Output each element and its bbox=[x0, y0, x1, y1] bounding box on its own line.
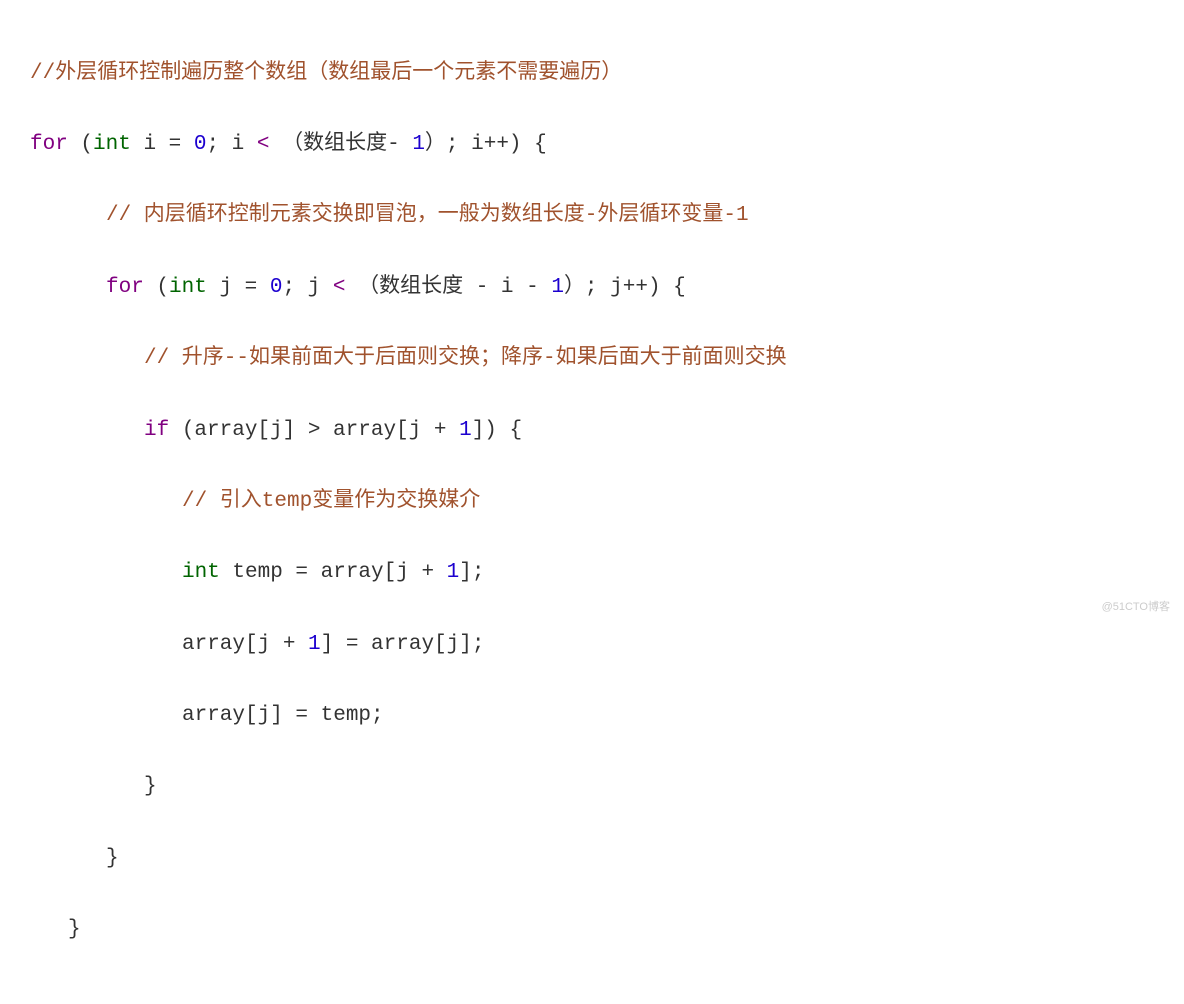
number-one: 1 bbox=[447, 561, 460, 584]
keyword-for: for bbox=[106, 276, 144, 299]
text: ] = array[j]; bbox=[321, 633, 485, 656]
comment-swap-condition: // 升序--如果前面大于后面则交换；降序-如果后面大于前面则交换 bbox=[144, 347, 787, 370]
text: ）; j++) { bbox=[564, 276, 686, 299]
number-one: 1 bbox=[308, 633, 321, 656]
text: temp = array[j + bbox=[220, 561, 447, 584]
number-one: 1 bbox=[459, 419, 472, 442]
text: ）; i++) { bbox=[425, 133, 547, 156]
brace-close: } bbox=[144, 775, 157, 798]
keyword-if: if bbox=[144, 419, 169, 442]
text: （数组长度- bbox=[270, 133, 413, 156]
text: （数组长度 - i - bbox=[346, 276, 552, 299]
comment-inner-loop: // 内层循环控制元素交换即冒泡，一般为数组长度-外层循环变量-1 bbox=[106, 204, 749, 227]
type-int: int bbox=[182, 561, 220, 584]
comment-outer-loop: //外层循环控制遍历整个数组（数组最后一个元素不需要遍历） bbox=[30, 62, 622, 85]
text: (array[j] > array[j + bbox=[169, 419, 459, 442]
keyword-for: for bbox=[30, 133, 68, 156]
operator-lt: < bbox=[333, 276, 346, 299]
text: ]; bbox=[459, 561, 484, 584]
number-one: 1 bbox=[551, 276, 564, 299]
text: ( bbox=[144, 276, 169, 299]
comment-temp-var: // 引入temp变量作为交换媒介 bbox=[182, 490, 480, 513]
number-one: 1 bbox=[412, 133, 425, 156]
brace-close: } bbox=[106, 847, 119, 870]
text: ; j bbox=[282, 276, 332, 299]
text: ; i bbox=[206, 133, 256, 156]
text: ]) { bbox=[472, 419, 522, 442]
text: array[j] = temp; bbox=[182, 704, 384, 727]
text: i = bbox=[131, 133, 194, 156]
text: array[j + bbox=[182, 633, 308, 656]
text: j = bbox=[207, 276, 270, 299]
watermark: @51CTO博客 bbox=[1102, 598, 1170, 617]
number-zero: 0 bbox=[270, 276, 283, 299]
text: ( bbox=[68, 133, 93, 156]
type-int: int bbox=[169, 276, 207, 299]
operator-lt: < bbox=[257, 133, 270, 156]
code-snippet: //外层循环控制遍历整个数组（数组最后一个元素不需要遍历） for (int i… bbox=[30, 20, 1154, 984]
brace-close: } bbox=[68, 918, 81, 941]
type-int: int bbox=[93, 133, 131, 156]
number-zero: 0 bbox=[194, 133, 207, 156]
